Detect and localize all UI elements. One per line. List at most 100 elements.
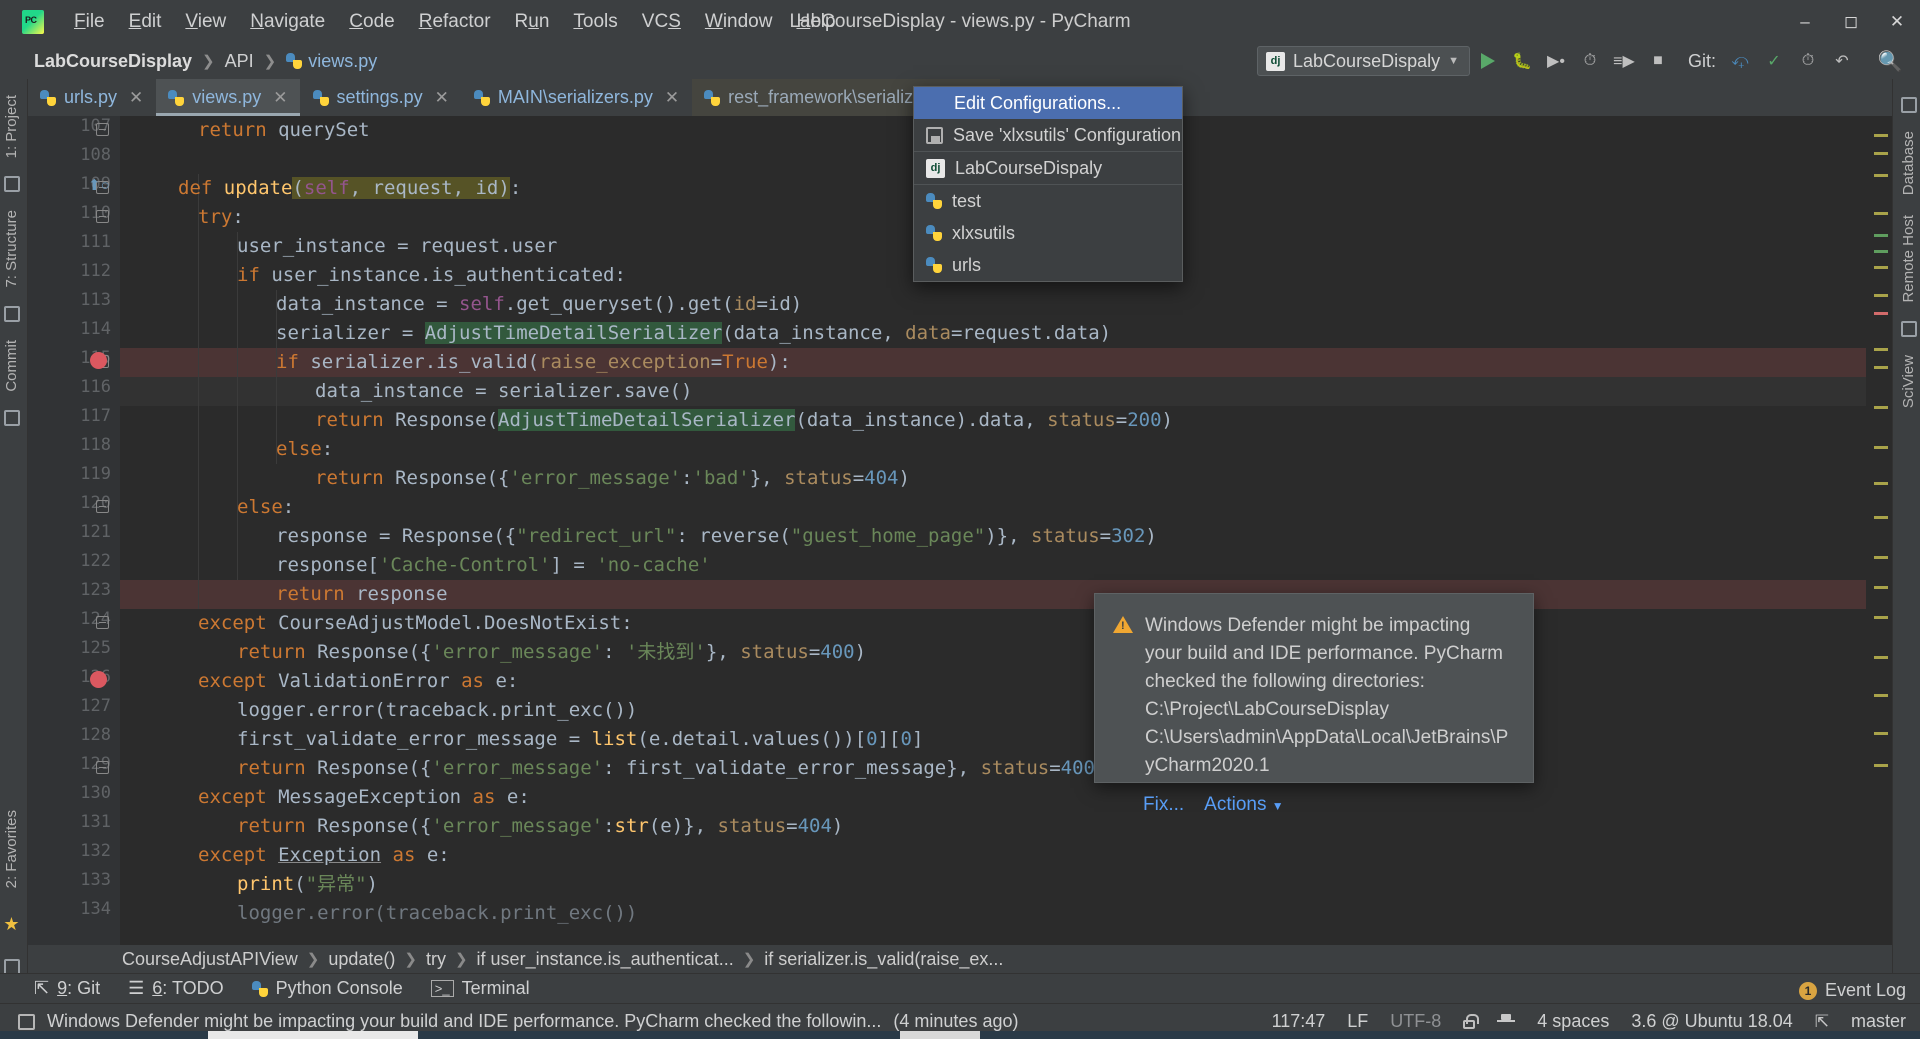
close-icon[interactable]: ✕: [1874, 0, 1920, 43]
profile-icon[interactable]: ⏱: [1574, 46, 1606, 76]
python-interpreter[interactable]: 3.6 @ Ubuntu 18.04: [1631, 1011, 1792, 1032]
notification-icon[interactable]: [18, 1013, 35, 1030]
menu-file[interactable]: File: [62, 6, 117, 38]
breakpoint-icon[interactable]: [90, 352, 107, 369]
search-everywhere-icon[interactable]: 🔍: [1874, 46, 1906, 76]
tab-label: views.py: [192, 87, 262, 107]
history-icon[interactable]: ⏱: [1792, 46, 1824, 76]
tool-window-todo[interactable]: ☰ 6: TODO: [128, 978, 224, 999]
menu-run[interactable]: Run: [503, 6, 562, 38]
menu-code[interactable]: Code: [337, 6, 406, 38]
breadcrumb-class[interactable]: CourseAdjustAPIView: [118, 949, 302, 970]
star-icon: ★: [3, 914, 20, 934]
run-toolbar: dj LabCourseDispaly ▼ 🐛 ▶• ⏱ ≡▶ ■ Git: ⤽…: [1257, 43, 1920, 79]
dropdown-item-xlxsutils[interactable]: xlxsutils: [914, 217, 1182, 249]
minimize-icon[interactable]: –: [1782, 0, 1828, 43]
menu-tools[interactable]: Tools: [561, 6, 629, 38]
breadcrumb-folder[interactable]: API: [219, 49, 260, 74]
notification-balloon[interactable]: Windows Defender might be impacting your…: [1094, 593, 1534, 815]
python-icon: [926, 193, 942, 209]
menu-refactor[interactable]: Refactor: [407, 6, 503, 38]
tab-label: urls.py: [64, 87, 118, 107]
breadcrumb-try[interactable]: try: [422, 949, 450, 970]
git-branch[interactable]: master: [1851, 1011, 1906, 1032]
stop-icon[interactable]: ■: [1642, 46, 1674, 76]
dropdown-item-test[interactable]: test: [914, 185, 1182, 217]
taskbar-window-item[interactable]: [900, 1031, 980, 1039]
hector-icon[interactable]: [1497, 1013, 1516, 1030]
close-icon[interactable]: ✕: [665, 88, 679, 108]
run-coverage-icon[interactable]: ▶•: [1540, 46, 1572, 76]
database-icon: [1900, 97, 1917, 113]
python-file-icon: [168, 89, 185, 106]
breadcrumb-project[interactable]: LabCourseDisplay: [28, 49, 198, 74]
menu-navigate[interactable]: Navigate: [238, 6, 337, 38]
close-icon[interactable]: ✕: [435, 88, 449, 108]
dropdown-item-save-configuration[interactable]: Save 'xlxsutils' Configuration: [914, 119, 1182, 151]
breakpoint-icon[interactable]: [90, 671, 107, 688]
sidebar-item-database[interactable]: Database: [1900, 125, 1917, 201]
file-encoding[interactable]: UTF-8: [1390, 1011, 1441, 1032]
commit-icon[interactable]: ✓: [1758, 46, 1790, 76]
fold-marker-icon[interactable]: [96, 761, 109, 774]
close-icon[interactable]: ✕: [129, 88, 143, 108]
sidebar-item-project[interactable]: 1: Project: [3, 89, 20, 164]
debug-icon[interactable]: 🐛: [1506, 46, 1538, 76]
tool-window-label: : Git: [67, 978, 101, 998]
tool-window-terminal[interactable]: >_ Terminal: [430, 978, 530, 999]
line-separator[interactable]: LF: [1347, 1011, 1368, 1032]
fold-marker-icon[interactable]: [96, 500, 109, 513]
sidebar-item-commit[interactable]: Commit: [3, 334, 20, 398]
dropdown-item-urls[interactable]: urls: [914, 249, 1182, 281]
attach-icon[interactable]: ≡▶: [1608, 46, 1640, 76]
tab-settings-py[interactable]: settings.py ✕: [300, 79, 462, 116]
taskbar-window-item[interactable]: [208, 1031, 418, 1039]
dropdown-item-edit-configurations[interactable]: Edit Configurations...: [914, 87, 1182, 119]
event-log-button[interactable]: 1 Event Log: [1798, 980, 1906, 1001]
sidebar-item-favorites[interactable]: 2: Favorites: [3, 804, 20, 894]
title-bar: File Edit View Navigate Code Refactor Ru…: [0, 0, 1920, 43]
override-method-icon[interactable]: ⬆○: [88, 176, 110, 194]
close-icon[interactable]: ✕: [273, 88, 287, 108]
window-controls: – ◻ ✕: [1782, 0, 1920, 43]
tab-views-py[interactable]: views.py ✕: [156, 79, 301, 116]
notification-fix-link[interactable]: Fix...: [1143, 794, 1184, 816]
tab-main-serializers-py[interactable]: MAIN\serializers.py ✕: [461, 79, 693, 116]
notification-actions-link[interactable]: Actions ▼: [1204, 794, 1283, 816]
fold-marker-icon[interactable]: [96, 210, 109, 223]
indent-setting[interactable]: 4 spaces: [1537, 1011, 1609, 1032]
breadcrumb-if-valid[interactable]: if serializer.is_valid(raise_ex...: [760, 949, 1007, 970]
breadcrumb-file[interactable]: views.py: [280, 49, 383, 74]
status-message[interactable]: Windows Defender might be impacting your…: [47, 1011, 881, 1032]
menu-vcs[interactable]: VCS: [630, 6, 693, 38]
run-configuration-dropdown[interactable]: Edit Configurations... Save 'xlxsutils' …: [913, 86, 1183, 282]
run-icon[interactable]: [1472, 46, 1504, 76]
sidebar-item-sciview[interactable]: SciView: [1900, 349, 1917, 414]
menu-view[interactable]: View: [173, 6, 238, 38]
maximize-icon[interactable]: ◻: [1828, 0, 1874, 43]
run-configuration-selector[interactable]: dj LabCourseDispaly ▼: [1257, 46, 1470, 76]
sidebar-item-remote-host[interactable]: Remote Host: [1900, 209, 1917, 309]
update-project-icon[interactable]: ⤽: [1724, 46, 1756, 76]
editor-gutter[interactable]: 107 108 109 110 111 112 113 114 115 116 …: [28, 116, 120, 945]
fold-marker-icon[interactable]: [96, 616, 109, 629]
event-log-badge: 1: [1798, 981, 1817, 1000]
breadcrumb-if-auth[interactable]: if user_instance.is_authenticat...: [473, 949, 738, 970]
menu-window[interactable]: Window: [693, 6, 785, 38]
editor-marker-strip[interactable]: [1866, 116, 1892, 945]
os-taskbar: [0, 1031, 1920, 1039]
fold-marker-icon[interactable]: [96, 123, 109, 136]
undo-icon[interactable]: ↶: [1826, 46, 1858, 76]
menu-help[interactable]: Help: [784, 6, 847, 38]
caret-position[interactable]: 117:47: [1272, 1011, 1326, 1032]
dropdown-item-label: Edit Configurations...: [954, 92, 1122, 113]
dropdown-item-labcoursedispaly[interactable]: dj LabCourseDispaly: [914, 152, 1182, 184]
breadcrumb-method[interactable]: update(): [324, 949, 399, 970]
warning-icon: [1113, 616, 1133, 633]
menu-edit[interactable]: Edit: [117, 6, 174, 38]
sidebar-item-structure[interactable]: 7: Structure: [3, 204, 20, 294]
unlocked-icon[interactable]: [1463, 1013, 1480, 1029]
tool-window-python-console[interactable]: Python Console: [251, 978, 403, 999]
tool-window-git[interactable]: ⇱ 9: Git: [34, 978, 100, 999]
tab-urls-py[interactable]: urls.py ✕: [28, 79, 157, 116]
